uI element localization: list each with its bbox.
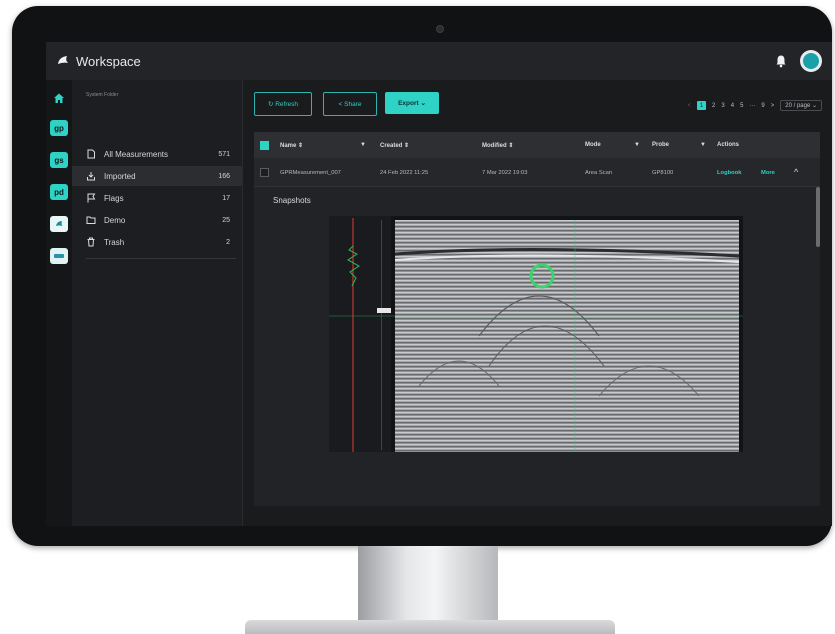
app-screen: Workspace gp gs pd System Folder All Mea… [46,42,832,526]
gpr-scan-image [329,216,743,452]
rail-item-gp[interactable]: gp [50,120,68,136]
gpr-radargram [329,216,743,452]
pagination: < 1 2 3 4 5 ··· 9 > 20 / page ⌄ [682,100,822,111]
app-title: Workspace [76,53,141,69]
more-link[interactable]: More [761,170,775,176]
monitor-stand-neck [358,546,498,630]
user-avatar[interactable] [800,50,822,72]
pagination-next[interactable]: > [771,103,775,109]
pagination-page-5[interactable]: 5 [740,103,743,109]
cell-probe: GP8100 [652,170,674,176]
pagination-page-9[interactable]: 9 [761,103,764,109]
trash-icon [86,237,96,247]
measurements-table: Name ⇕ ▼ Created ⇕ Modified ⇕ Mode ▼ Pro… [254,132,820,506]
sidebar-item-trash[interactable]: Trash 2 [72,232,242,252]
sidebar-item-label: Flags [104,193,124,203]
cell-name: GPRMeasurement_007 [280,170,341,176]
column-header-probe[interactable]: Probe [652,142,669,148]
flag-icon [86,193,96,203]
cell-mode: Area Scan [585,170,613,176]
filter-icon[interactable]: ▼ [700,142,706,148]
sidebar-item-label: Imported [104,171,136,181]
snapshots-title: Snapshots [273,196,311,205]
app-logo-icon [56,54,70,68]
sidebar-item-label: Demo [104,215,126,225]
sidebar-item-label: All Measurements [104,149,169,159]
row-checkbox[interactable] [260,168,269,177]
camera [436,25,444,33]
monitor-bezel: Workspace gp gs pd System Folder All Mea… [12,6,832,546]
pagination-page-4[interactable]: 4 [731,103,734,109]
notification-bell-icon[interactable] [774,54,788,68]
logbook-link[interactable]: Logbook [717,170,741,176]
cell-created: 24 Feb 2022 11:25 [380,170,429,176]
export-button[interactable]: Export ⌄ [385,92,439,114]
main-panel: ↻ Refresh < Share Export ⌄ < 1 2 3 4 5 ·… [243,80,832,526]
column-header-mode[interactable]: Mode [585,142,601,148]
rail-item-probe-icon[interactable] [50,248,68,264]
filter-icon[interactable]: ▼ [360,142,366,148]
sidebar-item-label: Trash [104,237,125,247]
table-header: Name ⇕ ▼ Created ⇕ Modified ⇕ Mode ▼ Pro… [254,132,820,158]
rail-item-gs[interactable]: gs [50,152,68,168]
folder-sidebar: System Folder All Measurements 571 Impor… [72,80,243,526]
sidebar-item-count: 25 [222,216,230,224]
rail-item-product-icon[interactable] [50,216,68,232]
home-icon[interactable] [50,90,68,106]
import-icon [86,171,96,181]
sidebar-item-count: 2 [226,238,230,246]
document-icon [86,149,96,159]
column-header-modified[interactable]: Modified ⇕ [482,142,513,149]
monitor-stand-base [245,620,615,634]
pagination-prev[interactable]: < [688,103,692,109]
title-bar: Workspace [46,42,832,81]
table-row[interactable]: GPRMeasurement_007 24 Feb 2022 11:25 7 M… [254,158,820,187]
collapse-row-button[interactable]: ^ [794,167,798,177]
table-scrollbar[interactable] [816,187,820,247]
refresh-button[interactable]: ↻ Refresh [254,92,312,116]
page-size-select[interactable]: 20 / page ⌄ [780,100,822,111]
sidebar-section-label: System Folder [86,92,119,98]
folder-icon [86,215,96,225]
pagination-page-3[interactable]: 3 [721,103,724,109]
sidebar-item-count: 571 [218,150,230,158]
snapshots-panel: Snapshots [254,187,820,506]
sidebar-item-imported[interactable]: Imported 166 [72,166,242,186]
column-header-created[interactable]: Created ⇕ [380,142,409,149]
column-header-name[interactable]: Name ⇕ [280,142,303,149]
share-button[interactable]: < Share [323,92,377,116]
filter-icon[interactable]: ▼ [634,142,640,148]
sidebar-item-count: 17 [222,194,230,202]
sidebar-item-count: 166 [218,172,230,180]
sidebar-item-all-measurements[interactable]: All Measurements 571 [72,144,242,164]
rail-item-pd[interactable]: pd [50,184,68,200]
sidebar-divider [86,258,236,259]
cell-modified: 7 Mar 2022 19:03 [482,170,528,176]
column-header-actions: Actions [717,142,740,148]
pagination-page-1[interactable]: 1 [697,101,707,110]
pagination-page-2[interactable]: 2 [712,103,715,109]
sidebar-item-demo[interactable]: Demo 25 [72,210,242,230]
app-rail: gp gs pd [46,80,73,526]
pagination-ellipsis[interactable]: ··· [749,103,755,109]
select-all-checkbox[interactable] [260,141,269,150]
sidebar-item-flags[interactable]: Flags 17 [72,188,242,208]
